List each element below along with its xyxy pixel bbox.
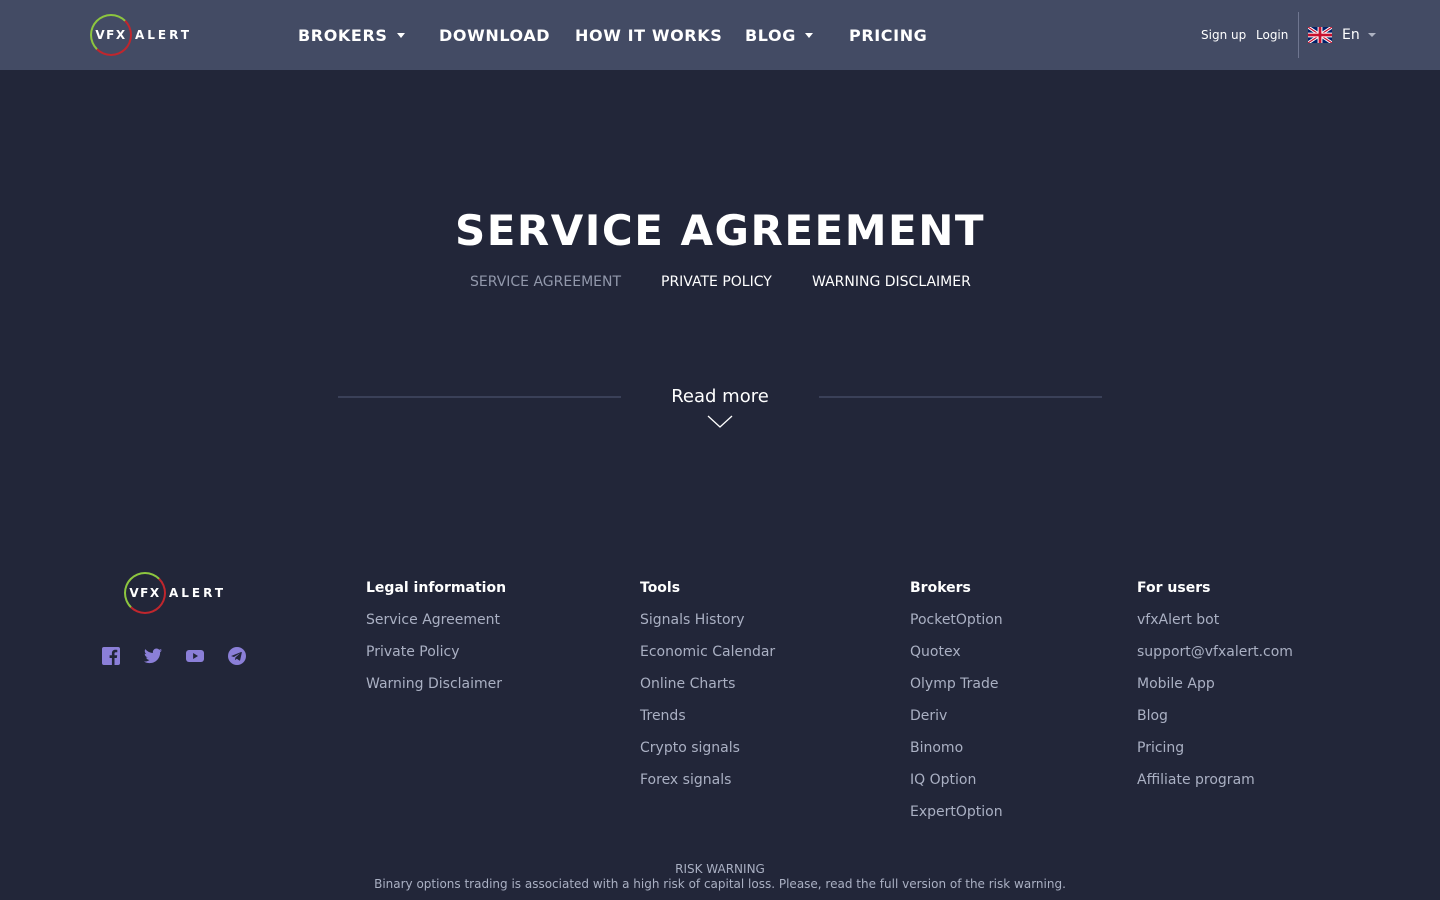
footer-logo[interactable]: VFX ALERT [124,572,226,614]
footer-link-signals-history[interactable]: Signals History [640,612,745,628]
footer-link-expertoption[interactable]: ExpertOption [910,804,1003,820]
footer-link-vfxalert-bot[interactable]: vfxAlert bot [1137,612,1219,628]
nav-brokers-label: BROKERS [298,25,388,45]
footer-link-crypto-signals[interactable]: Crypto signals [640,740,740,756]
chevron-down-icon [1367,33,1376,37]
nav-download[interactable]: DOWNLOAD [439,0,550,70]
header-divider [1298,12,1299,58]
footer-tools-title: Tools [640,580,681,596]
footer-link-pricing[interactable]: Pricing [1137,740,1184,756]
login-link[interactable]: Login [1256,0,1288,70]
nav-brokers-dropdown[interactable]: BROKERS [298,0,405,70]
telegram-icon[interactable] [227,646,247,666]
vfxalert-logo[interactable]: VFX ALERT [90,14,192,56]
nav-blog-dropdown[interactable]: BLOG [745,0,813,70]
chevron-down-icon[interactable] [707,414,733,430]
logo-circle: VFX [90,14,132,56]
signup-link[interactable]: Sign up [1201,0,1246,70]
facebook-icon[interactable] [101,646,121,666]
footer-link-service-agreement[interactable]: Service Agreement [366,612,500,628]
nav-pricing[interactable]: PRICING [849,0,927,70]
footer-link-forex-signals[interactable]: Forex signals [640,772,731,788]
language-label: En [1342,27,1360,43]
tab-private-policy[interactable]: PRIVATE POLICY [661,274,772,290]
uk-flag-icon [1308,27,1332,43]
tab-service-agreement[interactable]: SERVICE AGREEMENT [470,274,621,290]
footer-link-quotex[interactable]: Quotex [910,644,961,660]
chevron-down-icon [396,32,405,38]
logo-word: ALERT [135,28,193,42]
footer-link-support-email[interactable]: support@vfxalert.com [1137,644,1293,660]
footer-users-title: For users [1137,580,1211,596]
footer-link-olymp-trade[interactable]: Olymp Trade [910,676,999,692]
tab-warning-disclaimer[interactable]: WARNING DISCLAIMER [812,274,971,290]
divider-right [819,396,1102,398]
logo-word: ALERT [169,586,227,600]
top-navigation-bar: VFX ALERT BROKERS DOWNLOAD HOW IT WORKS … [0,0,1440,70]
divider-left [338,396,621,398]
footer-link-trends[interactable]: Trends [640,708,686,724]
footer-link-online-charts[interactable]: Online Charts [640,676,735,692]
risk-warning-text[interactable]: Binary options trading is associated wit… [0,877,1440,891]
footer-link-economic-calendar[interactable]: Economic Calendar [640,644,775,660]
footer-link-iq-option[interactable]: IQ Option [910,772,976,788]
nav-blog-label: BLOG [745,25,796,45]
footer-link-affiliate-program[interactable]: Affiliate program [1137,772,1255,788]
footer-link-deriv[interactable]: Deriv [910,708,947,724]
footer-link-private-policy[interactable]: Private Policy [366,644,460,660]
risk-warning-title: RISK WARNING [675,862,765,876]
twitter-icon[interactable] [143,646,163,666]
read-more-button[interactable]: Read more [620,386,820,407]
footer-link-pocketoption[interactable]: PocketOption [910,612,1003,628]
logo-circle: VFX [124,572,166,614]
footer-link-blog[interactable]: Blog [1137,708,1168,724]
language-selector[interactable]: En [1308,0,1376,70]
chevron-down-icon [804,32,813,38]
footer-brokers-title: Brokers [910,580,971,596]
footer-link-binomo[interactable]: Binomo [910,740,963,756]
footer-link-mobile-app[interactable]: Mobile App [1137,676,1215,692]
footer-legal-title: Legal information [366,580,507,596]
nav-how-it-works[interactable]: HOW IT WORKS [575,0,722,70]
footer-link-warning-disclaimer[interactable]: Warning Disclaimer [366,676,502,692]
youtube-icon[interactable] [185,646,205,666]
page-title: SERVICE AGREEMENT [454,206,986,255]
